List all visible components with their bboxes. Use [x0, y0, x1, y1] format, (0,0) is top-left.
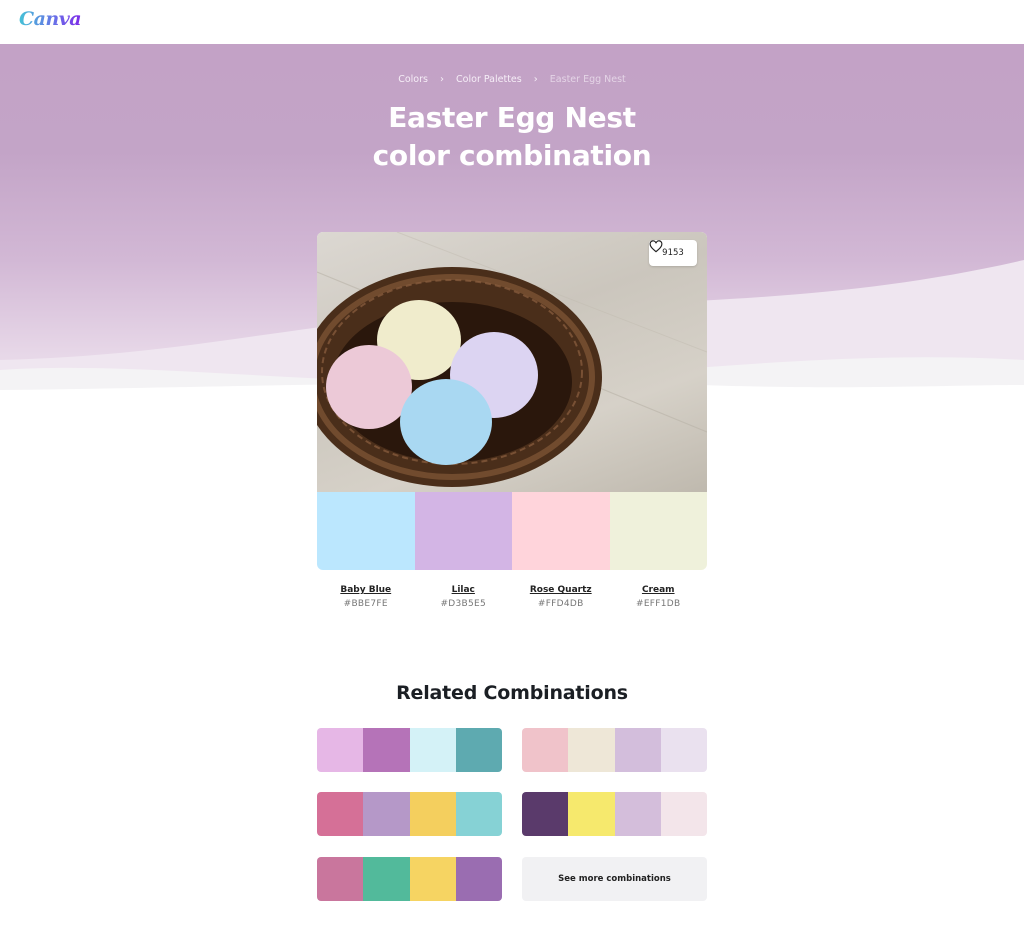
canva-logo[interactable]: Canva	[19, 8, 82, 30]
related-combination-3[interactable]	[317, 792, 502, 836]
top-navigation-bar: Canva	[0, 0, 1024, 44]
combination-swatch	[455, 792, 502, 836]
combination-swatch	[660, 728, 707, 772]
palette-swatches	[317, 492, 707, 570]
combination-swatch	[363, 728, 410, 772]
combination-swatch	[660, 792, 707, 836]
combination-swatch	[317, 728, 364, 772]
combination-swatch	[363, 792, 410, 836]
combination-swatch	[568, 728, 615, 772]
palette-color-labels: Baby Blue #BBE7FE Lilac #D3B5E5 Rose Qua…	[317, 585, 707, 609]
related-combination-5[interactable]	[317, 857, 502, 901]
page-title-line-1: Easter Egg Nest	[388, 101, 636, 134]
color-hex: #BBE7FE	[343, 599, 388, 609]
combination-swatch	[317, 792, 364, 836]
color-swatch[interactable]	[317, 492, 415, 570]
combination-swatch	[614, 792, 661, 836]
combination-swatch	[409, 728, 456, 772]
related-combination-4[interactable]	[522, 792, 707, 836]
combination-swatch	[522, 792, 569, 836]
color-label: Cream #EFF1DB	[610, 585, 708, 609]
color-label: Rose Quartz #FFD4DB	[512, 585, 610, 609]
color-label: Baby Blue #BBE7FE	[317, 585, 415, 609]
breadcrumb-separator-icon: ›	[533, 74, 538, 85]
related-combination-1[interactable]	[317, 728, 502, 772]
breadcrumb-separator-icon: ›	[440, 74, 445, 85]
combination-swatch	[409, 792, 456, 836]
breadcrumb-colors[interactable]: Colors	[398, 74, 428, 85]
breadcrumb-current-page: Easter Egg Nest	[549, 74, 626, 85]
see-more-combinations-button[interactable]: See more combinations	[522, 857, 707, 901]
easter-egg-nest-photo: 9153	[317, 232, 707, 492]
like-count: 9153	[662, 248, 684, 258]
color-swatch[interactable]	[414, 492, 512, 570]
breadcrumb: Colors › Color Palettes › Easter Egg Nes…	[0, 74, 1024, 85]
palette-card: 9153	[317, 232, 707, 570]
heart-icon	[649, 240, 663, 253]
see-more-label: See more combinations	[558, 874, 671, 884]
combination-swatch	[455, 728, 502, 772]
color-swatch[interactable]	[512, 492, 610, 570]
color-label: Lilac #D3B5E5	[415, 585, 513, 609]
color-swatch[interactable]	[609, 492, 707, 570]
color-hex: #EFF1DB	[635, 599, 681, 609]
related-combination-2[interactable]	[522, 728, 707, 772]
color-hex: #D3B5E5	[440, 599, 487, 609]
related-combinations-heading: Related Combinations	[396, 682, 628, 704]
color-name-link[interactable]: Baby Blue	[317, 585, 415, 595]
combination-swatch	[455, 857, 502, 901]
combination-swatch	[317, 857, 364, 901]
page-title-line-2: color combination	[372, 139, 652, 172]
page-title: Easter Egg Nest color combination	[0, 99, 1024, 175]
color-name-link[interactable]: Cream	[610, 585, 708, 595]
color-name-link[interactable]: Rose Quartz	[512, 585, 610, 595]
combination-swatch	[409, 857, 456, 901]
breadcrumb-color-palettes[interactable]: Color Palettes	[456, 74, 522, 85]
combination-swatch	[614, 728, 661, 772]
like-button[interactable]: 9153	[649, 240, 697, 266]
color-hex: #FFD4DB	[537, 599, 584, 609]
combination-swatch	[568, 792, 615, 836]
combination-swatch	[522, 728, 569, 772]
photo-illustration	[317, 232, 707, 487]
color-name-link[interactable]: Lilac	[415, 585, 513, 595]
combination-swatch	[363, 857, 410, 901]
